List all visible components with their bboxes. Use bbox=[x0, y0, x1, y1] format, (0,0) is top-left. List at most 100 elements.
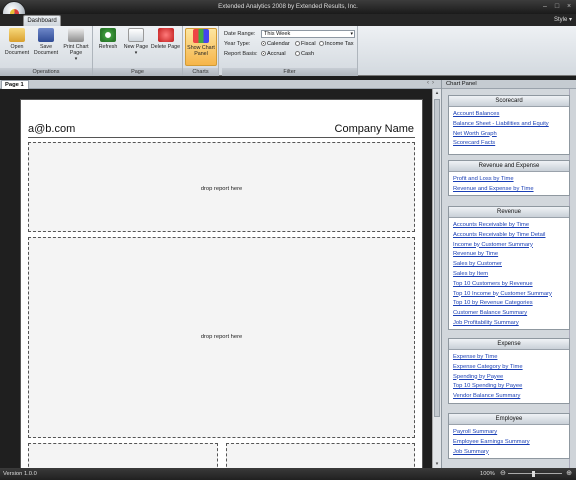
chevron-down-icon: ▾ bbox=[350, 31, 353, 37]
charts-group: Show Chart Panel Charts bbox=[183, 26, 219, 76]
drop-zone-3[interactable] bbox=[28, 443, 218, 468]
page-email: a@b.com bbox=[28, 123, 76, 135]
print-chart-page-label: Print Chart Page bbox=[63, 44, 89, 56]
drop-zone-1[interactable]: drop report here bbox=[28, 142, 415, 232]
page-canvas: a@b.com Company Name drop report here dr… bbox=[0, 89, 432, 468]
scrollbar-thumb[interactable] bbox=[434, 99, 440, 417]
basis-accrual-label: Accrual bbox=[267, 51, 286, 57]
chart-link[interactable]: Top 10 Income by Customer Summary bbox=[453, 290, 565, 300]
page-nav-arrows[interactable]: ‹› bbox=[427, 80, 437, 86]
refresh-button[interactable]: Refresh bbox=[93, 28, 123, 50]
employee-section: Employee Payroll Summary Employee Earnin… bbox=[448, 413, 570, 459]
chart-link[interactable]: Income by Customer Summary bbox=[453, 241, 565, 251]
year-calendar-radio[interactable]: Calendar bbox=[261, 41, 290, 47]
chart-link[interactable]: Revenue by Time bbox=[453, 250, 565, 260]
chart-link[interactable]: Job Summary bbox=[453, 448, 565, 458]
chart-link[interactable]: Top 10 by Revenue Categories bbox=[453, 299, 565, 309]
basis-cash-label: Cash bbox=[301, 51, 315, 57]
zoom-level: 100% bbox=[480, 471, 495, 477]
scorecard-section: Scorecard Account Balances Balance Sheet… bbox=[448, 95, 570, 155]
chart-link[interactable]: Scorecard Facts bbox=[453, 139, 565, 149]
report-area: Page 1 ‹› a@b.com Company Name drop repo… bbox=[0, 80, 441, 468]
filter-group: Date Range: This Week ▾ Year Type: Calen… bbox=[222, 26, 358, 76]
radio-selected-icon bbox=[261, 51, 266, 56]
tab-page-1[interactable]: Page 1 bbox=[1, 80, 29, 89]
filter-group-label: Filter bbox=[222, 68, 357, 76]
drop-zone-4[interactable] bbox=[226, 443, 415, 468]
app-window: { "window": {"title": "Extended Analytic… bbox=[0, 0, 576, 480]
radio-empty-icon bbox=[295, 41, 300, 46]
minimize-icon[interactable]: – bbox=[541, 3, 549, 10]
report-basis-label: Report Basis: bbox=[224, 51, 258, 57]
zoom-track[interactable] bbox=[508, 473, 562, 474]
zoom-slider[interactable]: ⊖ ⊕ bbox=[500, 468, 572, 480]
window-title: Extended Analytics 2008 by Extended Resu… bbox=[218, 3, 358, 10]
page-group-label: Page bbox=[93, 68, 182, 76]
chart-link[interactable]: Sales by Customer bbox=[453, 260, 565, 270]
tab-dashboard[interactable]: Dashboard bbox=[23, 15, 61, 26]
version-text: Version 1.0.0 bbox=[3, 471, 37, 477]
year-income-tax-radio[interactable]: Income Tax bbox=[319, 41, 354, 47]
chart-link[interactable]: Top 10 Spending by Payee bbox=[453, 382, 565, 392]
zoom-in-icon[interactable]: ⊕ bbox=[566, 468, 572, 480]
chart-link[interactable]: Vendor Balance Summary bbox=[453, 392, 565, 402]
ribbon-tabstrip: Dashboard Style ▾ bbox=[0, 14, 576, 26]
chart-link[interactable]: Sales by Item bbox=[453, 270, 565, 280]
scroll-up-icon[interactable]: ▴ bbox=[434, 90, 440, 96]
basis-cash-radio[interactable]: Cash bbox=[295, 51, 314, 57]
save-document-label: Save Document bbox=[33, 44, 59, 56]
year-type-label: Year Type: bbox=[224, 41, 251, 47]
chart-link[interactable]: Top 10 Customers by Revenue bbox=[453, 280, 565, 290]
delete-page-label: Delete Page bbox=[150, 44, 181, 50]
chart-link[interactable]: Balance Sheet - Liabilities and Equity bbox=[453, 120, 565, 130]
chart-link[interactable]: Accounts Receivable by Time bbox=[453, 221, 565, 231]
chart-link[interactable]: Accounts Receivable by Time Detail bbox=[453, 231, 565, 241]
delete-page-button[interactable]: Delete Page bbox=[149, 28, 182, 50]
chart-link[interactable]: Spending by Payee bbox=[453, 373, 565, 383]
page-group: Refresh New Page ▾ Delete Page Page bbox=[93, 26, 183, 76]
chart-link[interactable]: Expense Category by Time bbox=[453, 363, 565, 373]
new-page-button[interactable]: New Page ▾ bbox=[121, 28, 151, 56]
chart-link[interactable]: Job Profitability Summary bbox=[453, 319, 565, 329]
drop-zone-2[interactable]: drop report here bbox=[28, 237, 415, 438]
chevron-down-icon: ▾ bbox=[568, 17, 572, 23]
maximize-icon[interactable]: □ bbox=[553, 3, 561, 10]
chart-link[interactable]: Expense by Time bbox=[453, 353, 565, 363]
section-title: Revenue and Expense bbox=[449, 161, 569, 172]
close-icon[interactable]: × bbox=[565, 3, 573, 10]
chart-link[interactable]: Account Balances bbox=[453, 110, 565, 120]
printer-icon bbox=[68, 28, 84, 42]
style-menu[interactable]: Style ▾ bbox=[554, 16, 572, 23]
zoom-knob[interactable] bbox=[532, 471, 535, 477]
date-range-select[interactable]: This Week ▾ bbox=[261, 30, 355, 38]
zoom-out-icon[interactable]: ⊖ bbox=[500, 468, 506, 480]
operations-group-label: Operations bbox=[0, 68, 92, 76]
basis-accrual-radio[interactable]: Accrual bbox=[261, 51, 286, 57]
open-document-button[interactable]: Open Document bbox=[2, 28, 32, 56]
chart-panel-icon bbox=[193, 29, 209, 43]
save-document-button[interactable]: Save Document bbox=[31, 28, 61, 56]
operations-group: Open Document Save Document Print Chart … bbox=[0, 26, 93, 76]
folder-open-icon bbox=[9, 28, 25, 42]
chevron-right-icon[interactable]: › bbox=[432, 80, 437, 86]
chart-panel-scrollbar[interactable] bbox=[569, 89, 576, 468]
print-chart-page-button[interactable]: Print Chart Page ▾ bbox=[61, 28, 91, 62]
date-range-value: This Week bbox=[264, 31, 291, 37]
radio-selected-icon bbox=[261, 41, 266, 46]
vertical-scrollbar[interactable]: ▴ ▾ bbox=[432, 89, 441, 468]
section-title: Expense bbox=[449, 339, 569, 350]
chart-link[interactable]: Revenue and Expense by Time bbox=[453, 185, 565, 195]
show-chart-panel-button[interactable]: Show Chart Panel bbox=[185, 28, 217, 66]
chart-link[interactable]: Net Worth Graph bbox=[453, 130, 565, 140]
new-page-icon bbox=[128, 28, 144, 42]
chart-panel-title: Chart Panel bbox=[442, 80, 576, 89]
header-divider bbox=[28, 137, 415, 138]
chart-link[interactable]: Employee Earnings Summary bbox=[453, 438, 565, 448]
chart-link[interactable]: Customer Balance Summary bbox=[453, 309, 565, 319]
scroll-down-icon[interactable]: ▾ bbox=[434, 461, 440, 467]
open-document-label: Open Document bbox=[4, 44, 30, 56]
year-fiscal-radio[interactable]: Fiscal bbox=[295, 41, 316, 47]
delete-page-icon bbox=[157, 28, 174, 42]
chart-link[interactable]: Profit and Loss by Time bbox=[453, 175, 565, 185]
chart-link[interactable]: Payroll Summary bbox=[453, 428, 565, 438]
